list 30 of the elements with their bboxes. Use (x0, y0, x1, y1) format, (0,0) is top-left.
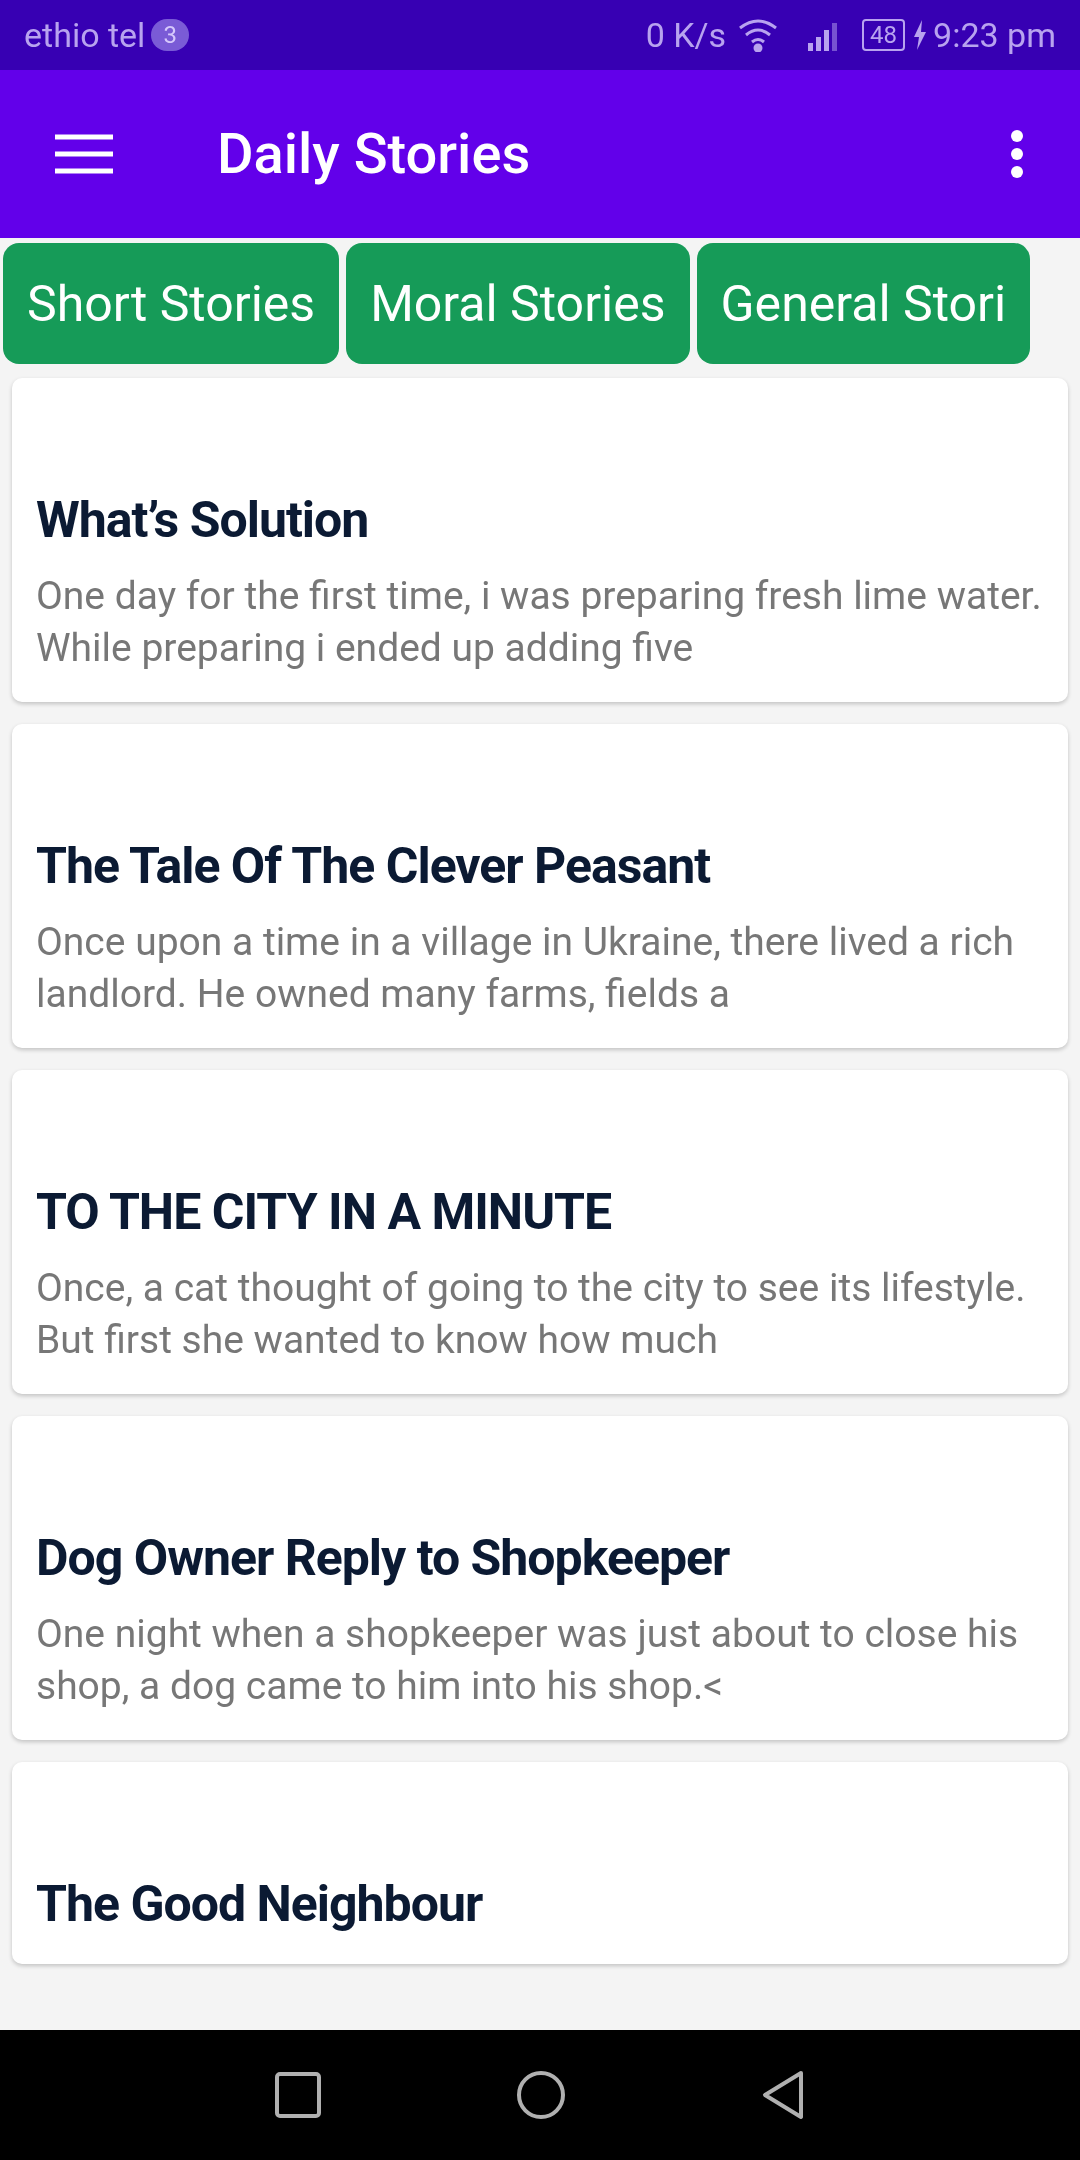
story-title: Dog Owner Reply to Shopkeeper (36, 1528, 731, 1589)
story-card[interactable]: TO THE CITY IN A MINUTE Once, a cat thought of going to the city to see its lifestyle. But first she wanted to know how much (12, 1070, 1068, 1394)
back-icon[interactable] (761, 2070, 805, 2120)
charging-icon (913, 20, 928, 50)
story-excerpt: One night when a shopkeeper was just about to close his shop, a dog came to him into his shop.< (36, 1610, 1020, 1711)
story-title: The Good Neighbour (36, 1874, 484, 1935)
app-title: Daily Stories (217, 120, 531, 189)
category-tab[interactable]: General Stori (696, 243, 1031, 364)
home-icon[interactable] (516, 2070, 566, 2120)
story-excerpt: Once, a cat thought of going to the city to see its lifestyle. But first she wanted to know how much (36, 1264, 1027, 1365)
story-card[interactable]: The Tale Of The Clever Peasant Once upon a time in a village in Ukraine, there lived a rich landlord. He owned many farms, fields a (12, 724, 1068, 1048)
story-title: The Tale Of The Clever Peasant (36, 836, 712, 897)
story-card[interactable]: What’s Solution One day for the first time, i was preparing fresh lime water. While preparing i ended up adding five (12, 378, 1068, 702)
category-tab[interactable]: Moral Stories (346, 243, 690, 364)
category-tab[interactable]: Short Stories (3, 243, 340, 364)
network-speed: 0 K/s (645, 13, 727, 57)
story-card[interactable]: The Good Neighbour (12, 1762, 1068, 1964)
story-excerpt: One day for the first time, i was preparing fresh lime water. While preparing i ended up adding five (36, 572, 1043, 673)
wifi-icon (738, 18, 779, 52)
story-title: TO THE CITY IN A MINUTE (36, 1182, 613, 1243)
story-card[interactable]: Dog Owner Reply to Shopkeeper One night when a shopkeeper was just about to close his shop, a dog came to him into his shop.< (12, 1416, 1068, 1740)
recents-icon[interactable] (275, 2072, 321, 2118)
story-title: What’s Solution (36, 490, 370, 551)
notification-count: 3 (151, 19, 189, 51)
battery-indicator: 48 (862, 19, 906, 51)
menu-icon[interactable] (55, 134, 113, 174)
story-excerpt: Once upon a time in a village in Ukraine, there lived a rich landlord. He owned many farms, fields a (36, 918, 1016, 1019)
carrier-name: ethio tel (24, 13, 146, 57)
clock-time: 9:23 pm (933, 13, 1056, 57)
more-options-icon[interactable] (1009, 129, 1025, 179)
